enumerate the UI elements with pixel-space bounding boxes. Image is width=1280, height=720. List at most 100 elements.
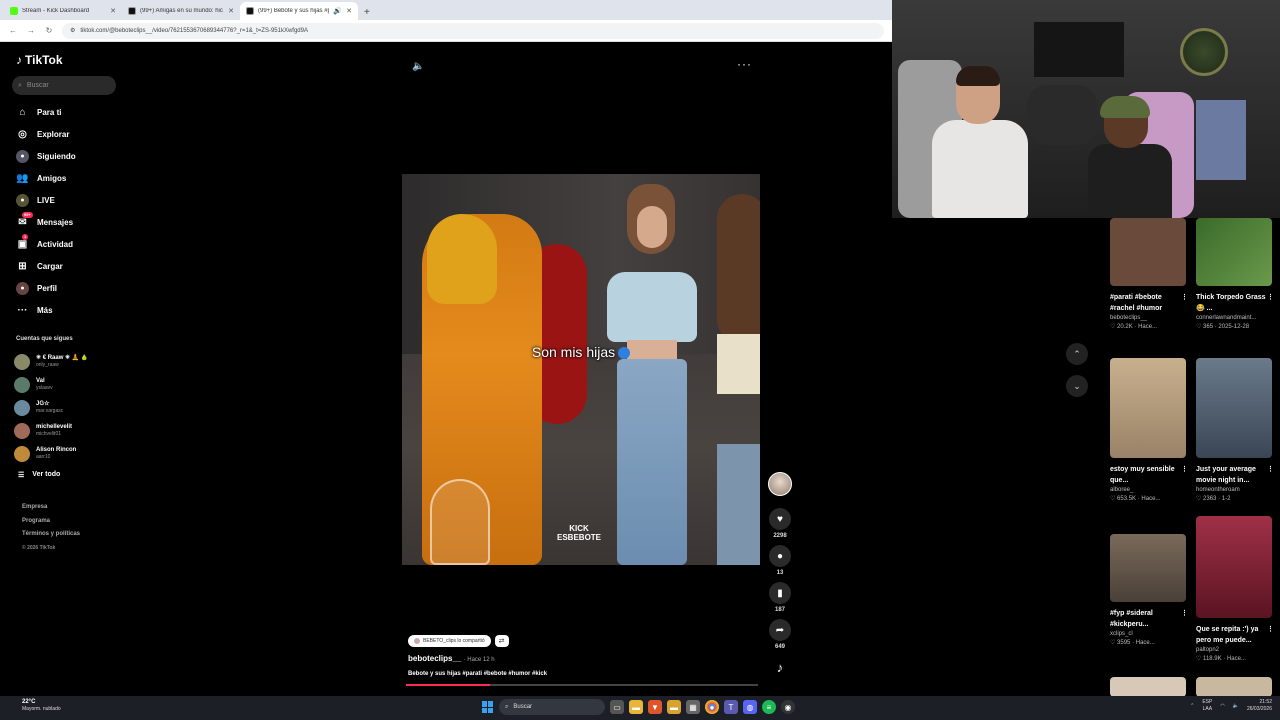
windows-start-icon[interactable]	[482, 701, 494, 713]
calculator-icon[interactable]: ▦	[686, 700, 700, 714]
task-view-icon[interactable]: ▭	[610, 700, 624, 714]
see-all-label: Ver todo	[32, 471, 61, 478]
tiktok-logo[interactable]: ♪ TikTok	[16, 53, 63, 67]
related-video-card[interactable]: #parati #bebote #rachel #humor ⋮ bebotecl…	[1110, 218, 1188, 330]
sidebar-item-para-ti[interactable]: ⌂ Para ti	[12, 101, 116, 123]
discord-icon[interactable]: ◍	[743, 700, 757, 714]
avatar	[14, 445, 30, 462]
related-video-card[interactable]: Thick Torpedo Grass 😂 ... ⋮ connerlawnand…	[1196, 218, 1274, 330]
volume-icon[interactable]: 🔈	[1233, 703, 1239, 709]
tab-tiktok-bebote[interactable]: (99+) Bebote y sus hijas #pa 🔊 ✕	[240, 2, 358, 20]
footer-links: Empresa Programa Términos y políticas © …	[22, 501, 80, 555]
sidebar-item-amigos[interactable]: 👥 Amigos	[12, 167, 116, 189]
previous-video-button[interactable]: ⌃	[1066, 343, 1088, 365]
back-icon[interactable]: ←	[8, 26, 18, 35]
wifi-icon[interactable]: ◠	[1220, 703, 1224, 709]
sidebar-item-actividad[interactable]: ▣ 1 Actividad	[12, 233, 116, 255]
new-tab-button[interactable]: +	[358, 7, 376, 20]
more-icon[interactable]: ⋮	[1267, 624, 1274, 646]
see-all-button[interactable]: ☰ Ver todo	[18, 471, 60, 479]
title-text: estoy muy sensible que...	[1110, 466, 1175, 484]
file-explorer-icon[interactable]: ▬	[629, 700, 643, 714]
search-placeholder: Buscar	[513, 704, 533, 710]
sidebar-item-explorar[interactable]: ◎ Explorar	[12, 123, 116, 145]
related-video-card[interactable]: Que se repita :') ya pero me puede... ⋮ p…	[1196, 516, 1274, 662]
avatar	[14, 399, 30, 416]
video-face	[637, 206, 667, 248]
tab-kick-dashboard[interactable]: Stream - Kick Dashboard ✕	[4, 2, 122, 20]
webcam-background-person	[1027, 85, 1097, 145]
sidebar-item-mas[interactable]: ··· Más	[12, 299, 116, 321]
following-account[interactable]: ✳ € Raaw ✳ 🧘 🍐 only_raaw	[14, 350, 118, 373]
reload-icon[interactable]: ↻	[44, 26, 54, 35]
sidebar-item-cargar[interactable]: ⊞ Cargar	[12, 255, 116, 277]
spotify-icon[interactable]: ≡	[762, 700, 776, 714]
tab-tiktok-amigas[interactable]: (99+) Amigas en su mundo: hic ✕	[122, 2, 240, 20]
following-account[interactable]: Alison Rincon aarr10	[14, 442, 118, 465]
sidebar-item-mensajes[interactable]: ✉ 99+ Mensajes	[12, 211, 116, 233]
like-count: 20.2K	[1117, 324, 1133, 330]
creator-avatar[interactable]	[768, 472, 792, 496]
following-account[interactable]: JG☆ mar.vargasc	[14, 396, 118, 419]
language-indicator[interactable]: ESP LAA	[1202, 699, 1212, 713]
caption-emoji-icon	[618, 347, 631, 360]
video-description: Bebote y sus hijas #parati #bebote #humo…	[408, 671, 548, 677]
title-text: #fyp #sideral #kickperu...	[1110, 610, 1153, 628]
save-button[interactable]: ▮	[769, 582, 791, 604]
sidebar-item-siguiendo[interactable]: ● Siguiendo	[12, 145, 116, 167]
chevron-up-icon[interactable]: ⌃	[1190, 703, 1194, 709]
taskbar-search[interactable]: ⌕ Buscar	[499, 699, 605, 715]
video-player[interactable]: Son mis hijas KICK ESBEBOTE	[402, 174, 760, 565]
footer-link-empresa[interactable]: Empresa	[22, 501, 80, 515]
sidebar-item-live[interactable]: ● LIVE	[12, 189, 116, 211]
more-icon[interactable]: ⋮	[1181, 292, 1188, 314]
forward-icon[interactable]: →	[26, 26, 36, 35]
video-meta: ♡ 118.9K · Hace...	[1196, 656, 1246, 662]
related-video-card[interactable]: Just your average movie night in... ⋮ hom…	[1196, 358, 1274, 502]
obs-icon[interactable]: ◉	[781, 700, 795, 714]
footer-link-terminos[interactable]: Términos y políticas	[22, 528, 80, 542]
brave-browser-icon[interactable]: ▼	[648, 700, 662, 714]
teams-icon[interactable]: T	[724, 700, 738, 714]
weather-description: Mayorm. nublado	[22, 706, 61, 712]
search-input[interactable]: ⌕ Buscar	[12, 76, 116, 95]
video-author[interactable]: beboteclips__ · Hace 12 h	[408, 654, 495, 663]
footer-link-programa[interactable]: Programa	[22, 515, 80, 529]
video-progress-bar[interactable]	[406, 684, 758, 686]
video-actions: ♥ 2298 ● 13 ▮ 187 ➦ 649 ♪	[767, 472, 793, 678]
next-video-button[interactable]: ⌄	[1066, 375, 1088, 397]
close-tab-icon[interactable]: ✕	[110, 7, 116, 15]
following-account[interactable]: Val yslaavv	[14, 373, 118, 396]
site-info-icon[interactable]: ⚙	[70, 27, 75, 34]
webcam-body	[932, 120, 1028, 218]
volume-icon[interactable]: 🔈	[412, 61, 424, 72]
close-tab-icon[interactable]: ✕	[346, 7, 352, 15]
like-count: 2363	[1203, 496, 1217, 502]
clock[interactable]: 21:52 26/03/2026	[1247, 699, 1272, 713]
repost-info: BEBETO_clips lo compartió ⇄	[408, 635, 509, 647]
more-icon[interactable]: ⋮	[1267, 292, 1274, 314]
related-video-card-partial[interactable]	[1110, 677, 1188, 697]
more-icon[interactable]: ⋮	[1267, 464, 1274, 486]
chrome-icon[interactable]: ●	[705, 700, 719, 714]
weather-widget[interactable]: 22°C Mayorm. nublado	[22, 699, 61, 713]
like-button[interactable]: ♥	[769, 508, 791, 530]
more-icon[interactable]: ⋮	[1181, 608, 1188, 630]
account-username: michvelit01	[36, 431, 62, 437]
sound-disc-button[interactable]: ♪	[769, 656, 791, 678]
close-tab-icon[interactable]: ✕	[228, 7, 234, 15]
related-video-card[interactable]: #fyp #sideral #kickperu... ⋮ xclips_cl ♡ …	[1110, 534, 1188, 646]
more-icon[interactable]: ⋮	[1181, 464, 1188, 486]
speaker-icon[interactable]: 🔊	[333, 7, 342, 15]
comment-button[interactable]: ●	[769, 545, 791, 567]
more-options-icon[interactable]: ···	[737, 57, 752, 71]
following-account[interactable]: michellevelit michvelit01	[14, 419, 118, 442]
folder-icon[interactable]: ▬	[667, 700, 681, 714]
url-field[interactable]: ⚙ tiktok.com/@beboteclips__/video/762155…	[62, 22, 884, 39]
related-video-card[interactable]: estoy muy sensible que... ⋮ alboree_ ♡ 65…	[1110, 358, 1188, 502]
sidebar-item-perfil[interactable]: ● Perfil	[12, 277, 116, 299]
repost-icon[interactable]: ⇄	[494, 635, 509, 647]
share-button[interactable]: ➦	[769, 619, 791, 641]
shared-by-pill[interactable]: BEBETO_clips lo compartió	[408, 635, 491, 647]
related-video-card-partial[interactable]	[1196, 677, 1274, 697]
